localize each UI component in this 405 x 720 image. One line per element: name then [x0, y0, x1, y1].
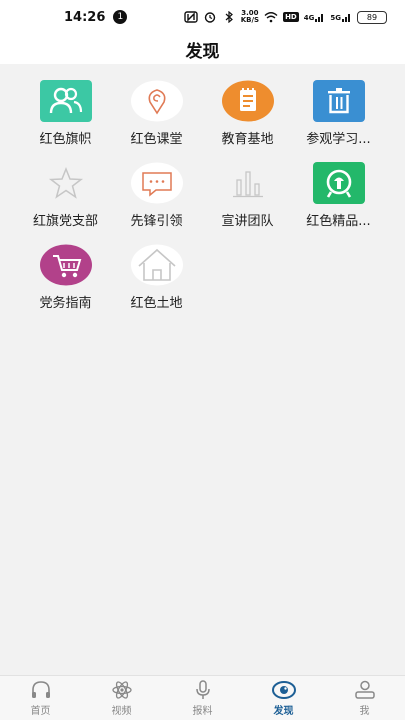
grid-item-pioneer[interactable]: 先锋引领 — [111, 154, 202, 234]
bottom-tab-bar: 首页 视频 报料 发现 我 — [0, 675, 405, 720]
tab-label: 视频 — [111, 706, 132, 717]
signal-bars-icon — [315, 14, 324, 22]
chat-icon — [130, 162, 184, 204]
grid-item-education-base[interactable]: 教育基地 — [202, 72, 293, 152]
tab-me[interactable]: 我 — [324, 676, 405, 720]
tab-home[interactable]: 首页 — [0, 676, 81, 720]
user-icon — [353, 679, 377, 701]
grid-item-label: 先锋引领 — [130, 214, 183, 229]
home-icon — [130, 244, 184, 286]
grid-item-red-classroom[interactable]: 红色课堂 — [111, 72, 202, 152]
star-icon — [39, 162, 93, 204]
status-time: 14:26 — [64, 9, 106, 25]
atom-icon — [110, 679, 134, 701]
grid-item-label: 宣讲团队 — [221, 214, 274, 229]
grid-item-visit-study[interactable]: 参观学习... — [293, 72, 384, 152]
signal-1: 4G — [304, 12, 326, 22]
notebook-icon — [221, 80, 275, 122]
grid-item-red-boutique[interactable]: 红色精品... — [293, 154, 384, 234]
eye-icon — [271, 679, 296, 701]
battery-indicator: 89 — [357, 10, 387, 24]
grid-item-party-guide[interactable]: 党务指南 — [20, 236, 111, 316]
signal-2-label: 5G — [330, 14, 341, 22]
people-icon — [39, 80, 93, 122]
grid-item-label: 教育基地 — [221, 132, 274, 147]
feature-grid: 红色旗帜 红色课堂 教育基地 参观学习... 红旗党支部 先锋引领 宣讲团队 红… — [0, 72, 405, 316]
tab-label: 报料 — [192, 706, 213, 717]
net-speed: 3.00 KB/S — [241, 10, 259, 24]
grid-item-label: 红色精品... — [306, 214, 371, 229]
cart-icon — [39, 244, 93, 286]
hd-badge: HD — [283, 12, 299, 22]
tab-label: 我 — [359, 706, 370, 717]
microphone-icon — [191, 679, 215, 701]
tab-report[interactable]: 报料 — [162, 676, 243, 720]
grid-item-label: 红色土地 — [130, 296, 183, 311]
tab-label: 发现 — [273, 706, 294, 717]
grid-item-label: 参观学习... — [306, 132, 371, 147]
tab-label: 首页 — [30, 706, 51, 717]
signal-2: 5G — [330, 12, 352, 22]
header: 发现 — [0, 34, 405, 64]
signal-bars-icon — [342, 14, 350, 22]
bluetooth-icon — [225, 11, 233, 23]
net-speed-unit: KB/S — [240, 16, 260, 24]
grid-item-label: 红色课堂 — [130, 132, 183, 147]
location-pin-icon — [130, 80, 184, 122]
grid-item-lecture-team[interactable]: 宣讲团队 — [202, 154, 293, 234]
wifi-icon — [264, 12, 278, 23]
grid-item-red-land[interactable]: 红色土地 — [111, 236, 202, 316]
grid-item-red-flag[interactable]: 红色旗帜 — [20, 72, 111, 152]
trash-icon — [312, 80, 366, 122]
notification-badge: 1 — [113, 10, 128, 24]
headphones-icon — [29, 679, 53, 701]
page-title: 发现 — [185, 41, 220, 62]
nfc-icon — [184, 11, 198, 23]
bar-chart-icon — [221, 162, 275, 204]
signal-1-label: 4G — [303, 14, 315, 22]
grid-item-label: 党务指南 — [39, 296, 92, 311]
grid-item-label: 红旗党支部 — [32, 214, 98, 229]
grid-item-party-branch[interactable]: 红旗党支部 — [20, 154, 111, 234]
alarm-icon — [204, 12, 215, 23]
tab-video[interactable]: 视频 — [81, 676, 162, 720]
status-bar: 14:26 1 3.00 KB/S HD 4G 5G 89 — [0, 0, 405, 34]
railway-icon — [312, 162, 366, 204]
tab-discover[interactable]: 发现 — [243, 676, 324, 720]
grid-item-label: 红色旗帜 — [39, 132, 92, 147]
